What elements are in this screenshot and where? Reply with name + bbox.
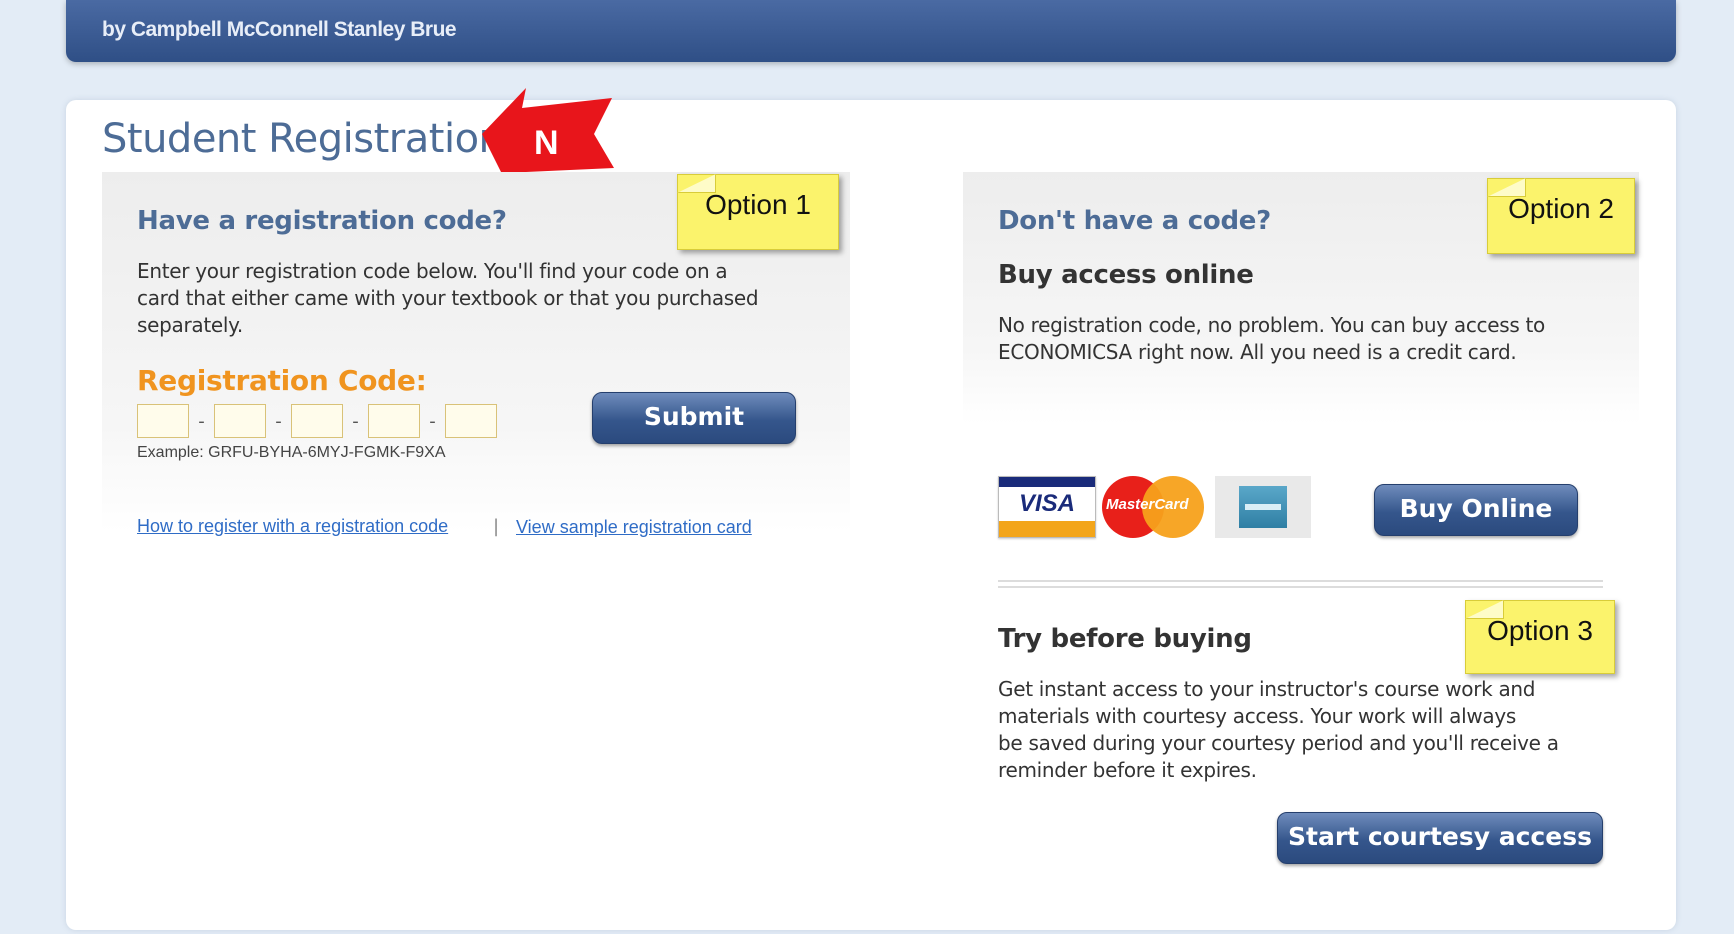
- link-separator: |: [493, 516, 500, 537]
- header-bar: by Campbell McConnell Stanley Brue: [66, 0, 1676, 62]
- visa-card-icon: VISA: [998, 476, 1096, 538]
- start-courtesy-access-button[interactable]: Start courtesy access: [1277, 812, 1603, 864]
- mastercard-label: MasterCard: [1106, 496, 1189, 513]
- description-line: materials with courtesy access. Your wor…: [998, 704, 1517, 728]
- amex-card-icon: [1215, 476, 1311, 538]
- code-segment-1-input[interactable]: [137, 404, 189, 438]
- description-line: Get instant access to your instructor's …: [998, 677, 1536, 701]
- option1-sticky-note: Option 1: [677, 174, 839, 250]
- code-dash: -: [198, 410, 205, 432]
- code-segment-2-input[interactable]: [214, 404, 266, 438]
- note-text: Option 1: [705, 189, 811, 220]
- buy-online-button[interactable]: Buy Online: [1374, 484, 1578, 536]
- code-dash: -: [429, 410, 436, 432]
- description-line: ECONOMICSA right now. All you need is a …: [998, 340, 1517, 364]
- code-segment-5-input[interactable]: [445, 404, 497, 438]
- description-line: card that either came with your textbook…: [137, 286, 759, 310]
- option1-description: Enter your registration code below. You'…: [137, 258, 759, 339]
- view-sample-card-link[interactable]: View sample registration card: [516, 517, 752, 538]
- option3-description: Get instant access to your instructor's …: [998, 676, 1559, 784]
- option2-sticky-note: Option 2: [1487, 178, 1635, 254]
- page-title: Student Registration: [102, 116, 504, 162]
- note-text: Option 3: [1487, 615, 1593, 646]
- arrow-letter: N: [534, 124, 559, 162]
- submit-button[interactable]: Submit: [592, 392, 796, 444]
- description-line: Enter your registration code below. You'…: [137, 259, 728, 283]
- registration-code-label: Registration Code:: [137, 364, 427, 397]
- option3-sticky-note: Option 3: [1465, 600, 1615, 674]
- option3-heading: Try before buying: [998, 624, 1252, 654]
- description-line: separately.: [137, 313, 243, 337]
- code-segment-3-input[interactable]: [291, 404, 343, 438]
- option2-heading: Don't have a code?: [998, 206, 1271, 236]
- description-line: No registration code, no problem. You ca…: [998, 313, 1545, 337]
- mastercard-icon: MasterCard: [1102, 476, 1206, 538]
- option1-heading: Have a registration code?: [137, 206, 507, 236]
- note-text: Option 2: [1508, 193, 1614, 224]
- registration-code-inputs: - - - -: [137, 404, 497, 438]
- how-to-register-link[interactable]: How to register with a registration code: [137, 516, 448, 537]
- code-dash: -: [352, 410, 359, 432]
- code-example: Example: GRFU-BYHA-6MYJ-FGMK-F9XA: [137, 444, 446, 461]
- option2-subheading: Buy access online: [998, 260, 1254, 290]
- code-segment-4-input[interactable]: [368, 404, 420, 438]
- visa-label: VISA: [1018, 490, 1075, 517]
- description-line: be saved during your courtesy period and…: [998, 731, 1559, 755]
- description-line: reminder before it expires.: [998, 758, 1257, 782]
- section-divider: [998, 580, 1603, 588]
- option2-description: No registration code, no problem. You ca…: [998, 312, 1545, 366]
- code-dash: -: [275, 410, 282, 432]
- author-line: by Campbell McConnell Stanley Brue: [102, 18, 457, 41]
